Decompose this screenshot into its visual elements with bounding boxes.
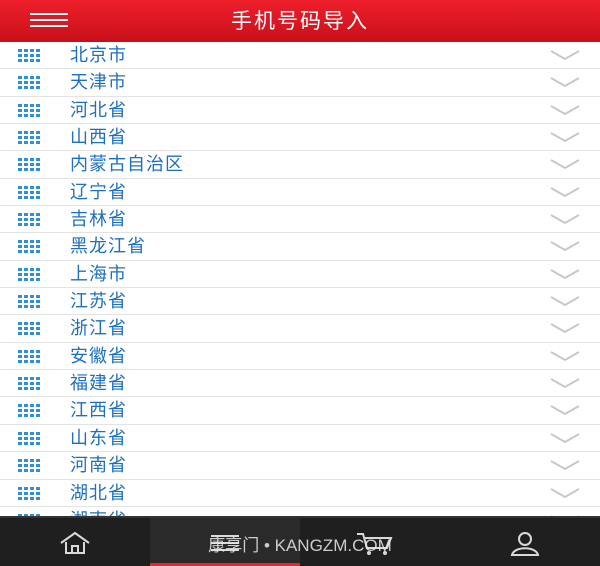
province-label: 浙江省	[70, 318, 127, 340]
province-label: 上海市	[70, 263, 127, 285]
province-label: 内蒙古自治区	[70, 154, 184, 176]
province-label: 辽宁省	[70, 181, 127, 203]
province-label: 北京市	[70, 45, 127, 66]
list-item[interactable]: 吉林省	[0, 206, 600, 234]
province-label: 吉林省	[70, 209, 127, 231]
grid-list-icon	[18, 349, 40, 364]
top-bar: 手机号码导入	[0, 0, 600, 42]
province-label: 天津市	[70, 72, 127, 94]
province-label: 江苏省	[70, 291, 127, 313]
grid-list-icon	[18, 267, 40, 282]
grid-list-icon	[18, 213, 40, 227]
chevron-down-icon[interactable]	[550, 157, 580, 171]
grid-list-icon	[18, 295, 40, 309]
list-item[interactable]: 黑龙江省	[0, 233, 600, 261]
chevron-down-icon[interactable]	[550, 294, 580, 308]
province-label: 黑龙江省	[70, 236, 146, 258]
list-item[interactable]: 福建省	[0, 370, 600, 398]
list-item[interactable]: 山西省	[0, 124, 600, 152]
province-label: 福建省	[70, 373, 127, 395]
list-item[interactable]: 内蒙古自治区	[0, 151, 600, 179]
province-label: 江西省	[70, 400, 127, 422]
chevron-down-icon[interactable]	[550, 103, 580, 117]
list-item[interactable]: 辽宁省	[0, 179, 600, 207]
grid-list-icon	[18, 185, 40, 200]
list-item[interactable]: 江苏省	[0, 288, 600, 316]
grid-list-icon	[18, 240, 40, 254]
chevron-down-icon[interactable]	[550, 486, 580, 500]
chevron-down-icon[interactable]	[550, 267, 580, 281]
grid-list-icon	[18, 486, 40, 501]
list-item[interactable]: 河南省	[0, 452, 600, 480]
chevron-down-icon[interactable]	[550, 403, 580, 417]
page-title: 手机号码导入	[231, 9, 369, 33]
grid-list-icon	[18, 131, 40, 145]
province-label: 山东省	[70, 427, 127, 449]
list-item[interactable]: 湖北省	[0, 480, 600, 507]
grid-list-icon	[18, 76, 40, 90]
list-item[interactable]: 上海市	[0, 261, 600, 289]
province-label: 山西省	[70, 127, 127, 149]
province-list[interactable]: 北京市天津市河北省山西省内蒙古自治区 辽宁省吉林省黑龙江省上海市江苏省浙江省安徽省…	[0, 42, 600, 518]
chevron-down-icon[interactable]	[550, 431, 580, 445]
province-label: 安徽省	[70, 345, 127, 367]
list-item[interactable]: 天津市	[0, 69, 600, 97]
grid-list-icon	[18, 49, 40, 63]
grid-list-icon	[18, 377, 40, 391]
list-item[interactable]: 北京市	[0, 42, 600, 70]
grid-list-icon	[18, 404, 40, 418]
chevron-down-icon[interactable]	[550, 48, 580, 62]
watermark-text: 康享门 • KANGZM.COM	[208, 536, 392, 555]
grid-list-icon	[18, 459, 40, 473]
chevron-down-icon[interactable]	[550, 239, 580, 253]
grid-list-icon	[18, 431, 40, 446]
province-label: 湖北省	[70, 482, 127, 504]
chevron-down-icon[interactable]	[550, 349, 580, 363]
chevron-down-icon[interactable]	[550, 212, 580, 226]
chevron-down-icon[interactable]	[550, 376, 580, 390]
province-label: 河北省	[70, 99, 127, 121]
chevron-down-icon[interactable]	[550, 321, 580, 335]
list-item[interactable]: 浙江省	[0, 315, 600, 343]
list-item[interactable]: 安徽省	[0, 343, 600, 371]
chevron-down-icon[interactable]	[550, 185, 580, 199]
chevron-down-icon[interactable]	[550, 130, 580, 144]
list-item[interactable]: 河北省	[0, 97, 600, 125]
grid-list-icon	[18, 103, 40, 118]
chevron-down-icon[interactable]	[550, 75, 580, 89]
chevron-down-icon[interactable]	[550, 458, 580, 472]
grid-list-icon	[18, 322, 40, 336]
grid-list-icon	[18, 158, 40, 172]
list-item[interactable]: 江西省	[0, 397, 600, 425]
province-label: 河南省	[70, 455, 127, 477]
list-item[interactable]: 山东省	[0, 425, 600, 453]
